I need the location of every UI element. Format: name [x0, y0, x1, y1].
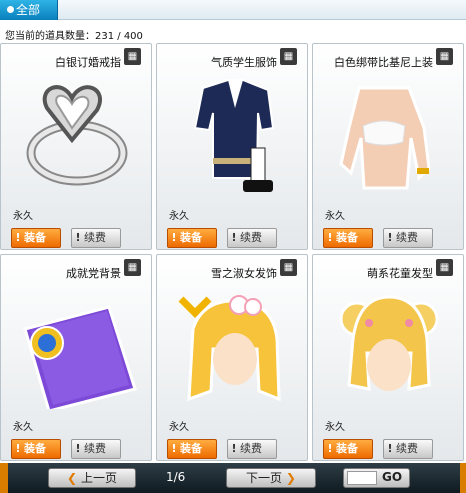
chevron-left-icon: ❮	[67, 471, 78, 485]
achievement-background-icon	[23, 305, 137, 409]
item-card[interactable]: 白色绑带比基尼上装 ▦ 永久 ! 装备 ! 续费	[312, 43, 464, 250]
bikini-top-icon	[339, 86, 431, 190]
top-bar: 全部	[0, 0, 466, 20]
renew-button[interactable]: ! 续费	[227, 228, 277, 248]
renew-label: 续费	[240, 231, 262, 244]
equip-label: 装备	[336, 442, 358, 455]
lock-icon[interactable]: ▦	[124, 48, 141, 65]
equip-button[interactable]: ! 装备	[167, 228, 217, 248]
chevron-right-icon: ❯	[285, 471, 296, 485]
item-card[interactable]: 成就党背景 ▦ 永久 ! 装备 ! 续费	[0, 254, 152, 461]
page-number-input[interactable]	[347, 471, 377, 485]
renew-button[interactable]: ! 续费	[383, 228, 433, 248]
equip-button[interactable]: ! 装备	[11, 228, 61, 248]
left-edge-decoration	[0, 463, 8, 493]
renew-button[interactable]: ! 续费	[383, 439, 433, 459]
lock-icon[interactable]: ▦	[124, 259, 141, 276]
goto-page-control: GO	[343, 468, 410, 488]
page-indicator: 1/6	[166, 470, 186, 484]
equip-label: 装备	[180, 442, 202, 455]
equip-button[interactable]: ! 装备	[11, 439, 61, 459]
equip-label: 装备	[24, 231, 46, 244]
prev-page-label: 上一页	[80, 471, 117, 485]
hair-accessory-icon	[178, 295, 281, 402]
lock-icon[interactable]: ▦	[280, 48, 297, 65]
duration-label: 永久	[13, 211, 33, 222]
next-page-button[interactable]: 下一页 ❯	[226, 468, 316, 488]
right-edge-decoration	[460, 463, 466, 493]
lock-icon[interactable]: ▦	[436, 48, 453, 65]
item-card[interactable]: 萌系花童发型 ▦ 永久 ! 装备 ! 续费	[312, 254, 464, 461]
equip-label: 装备	[336, 231, 358, 244]
item-card[interactable]: 雪之淑女发饰 ▦ 永久 ! 装备 ! 续费	[156, 254, 308, 461]
hairstyle-icon	[339, 295, 439, 391]
renew-label: 续费	[84, 231, 106, 244]
duration-label: 永久	[325, 211, 345, 222]
tab-all[interactable]: 全部	[0, 0, 58, 20]
equip-label: 装备	[180, 231, 202, 244]
go-button[interactable]: GO	[382, 470, 402, 484]
equip-button[interactable]: ! 装备	[167, 439, 217, 459]
item-grid: 白银订婚戒指 ▦ 永久 ! 装备 ! 续费 气质学生服饰 ▦ 永久 ! 装备 ! 续费 …	[0, 43, 466, 463]
renew-label: 续费	[84, 442, 106, 455]
equip-label: 装备	[24, 442, 46, 455]
renew-button[interactable]: ! 续费	[227, 439, 277, 459]
lock-icon[interactable]: ▦	[280, 259, 297, 276]
duration-label: 永久	[169, 211, 189, 222]
lock-icon[interactable]: ▦	[436, 259, 453, 276]
pager-bar: ❮ 上一页 1/6 下一页 ❯ GO	[0, 463, 466, 493]
renew-label: 续费	[396, 442, 418, 455]
duration-label: 永久	[13, 422, 33, 433]
renew-label: 续费	[240, 442, 262, 455]
item-card[interactable]: 白银订婚戒指 ▦ 永久 ! 装备 ! 续费	[0, 43, 152, 250]
school-uniform-icon	[193, 79, 275, 192]
next-page-label: 下一页	[246, 471, 283, 485]
renew-button[interactable]: ! 续费	[71, 439, 121, 459]
tab-all-label: 全部	[16, 3, 41, 17]
item-card[interactable]: 气质学生服饰 ▦ 永久 ! 装备 ! 续费	[156, 43, 308, 250]
duration-label: 永久	[169, 422, 189, 433]
item-count: 您当前的道具数量：231 / 400	[5, 31, 143, 42]
equip-button[interactable]: ! 装备	[323, 228, 373, 248]
renew-button[interactable]: ! 续费	[71, 228, 121, 248]
equip-button[interactable]: ! 装备	[323, 439, 373, 459]
bullet-icon	[7, 6, 14, 13]
prev-page-button[interactable]: ❮ 上一页	[48, 468, 136, 488]
renew-label: 续费	[396, 231, 418, 244]
ring-icon	[26, 85, 128, 186]
duration-label: 永久	[325, 422, 345, 433]
